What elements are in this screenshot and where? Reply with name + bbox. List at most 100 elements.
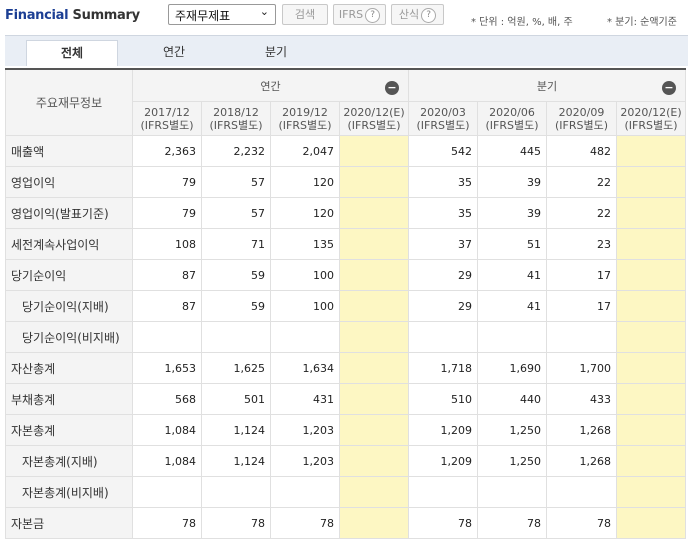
- value-cell: [339, 321, 409, 353]
- search-button[interactable]: 검색: [282, 4, 328, 25]
- period-tabs: 전체 연간 분기: [5, 35, 688, 66]
- value-cell: [546, 476, 617, 508]
- value-cell: 17: [546, 290, 617, 322]
- annual-group-header: 연간 −: [132, 68, 409, 102]
- row-label: 당기순이익(비지배): [5, 321, 133, 353]
- value-cell: [616, 259, 686, 291]
- value-cell: 1,203: [270, 445, 340, 477]
- table-row: 자본금 78 78 78 78 78 78: [5, 507, 686, 539]
- value-cell: 87: [132, 290, 202, 322]
- search-button-label: 검색: [294, 8, 316, 21]
- value-cell: 1,700: [546, 352, 617, 384]
- value-cell: 78: [477, 507, 547, 539]
- value-cell: 2,363: [132, 135, 202, 167]
- value-cell: 29: [408, 290, 478, 322]
- formula-button[interactable]: 산식?: [391, 4, 444, 25]
- value-cell: [477, 476, 547, 508]
- value-cell: [616, 135, 686, 167]
- value-cell: [616, 445, 686, 477]
- period-basis: (IFRS별도): [140, 118, 194, 132]
- value-cell: 542: [408, 135, 478, 167]
- value-cell: 120: [270, 197, 340, 229]
- value-cell: 568: [132, 383, 202, 415]
- value-cell: 51: [477, 228, 547, 260]
- unit-note: * 단위 : 억원, %, 배, 주: [471, 17, 573, 28]
- table-row: 자본총계(지배) 1,084 1,124 1,203 1,209 1,250 1,268: [5, 445, 686, 477]
- period-basis: (IFRS별도): [278, 118, 332, 132]
- ifrs-button[interactable]: IFRS?: [333, 4, 386, 25]
- value-cell: [616, 507, 686, 539]
- tab-all-label: 전체: [60, 46, 84, 60]
- period-basis: (IFRS별도): [209, 118, 263, 132]
- table-row: 부채총계 568 501 431 510 440 433: [5, 383, 686, 415]
- value-cell: 1,690: [477, 352, 547, 384]
- value-cell: 501: [201, 383, 271, 415]
- value-cell: [616, 228, 686, 260]
- tab-all[interactable]: 전체: [26, 40, 118, 66]
- value-cell: 1,268: [546, 414, 617, 446]
- value-cell: 1,268: [546, 445, 617, 477]
- value-cell: [339, 445, 409, 477]
- help-icon: ?: [365, 7, 381, 23]
- chevron-down-icon: ⌄: [259, 5, 269, 18]
- value-cell: [339, 383, 409, 415]
- period-header: 2018/12 (IFRS별도): [201, 101, 271, 136]
- collapse-annual-icon[interactable]: −: [385, 81, 399, 95]
- period-basis: (IFRS별도): [554, 118, 609, 132]
- value-cell: 37: [408, 228, 478, 260]
- value-cell: 59: [201, 259, 271, 291]
- period-header: 2020/09 (IFRS별도): [546, 101, 617, 136]
- value-cell: 78: [408, 507, 478, 539]
- value-cell: 78: [270, 507, 340, 539]
- value-cell: 100: [270, 259, 340, 291]
- tab-annual[interactable]: 연간: [128, 40, 220, 66]
- value-cell: 78: [201, 507, 271, 539]
- value-cell: 87: [132, 259, 202, 291]
- period-header: 2019/12 (IFRS별도): [270, 101, 340, 136]
- period-label: 2020/12(E): [343, 105, 405, 119]
- value-cell: 29: [408, 259, 478, 291]
- table-row: 영업이익 79 57 120 35 39 22: [5, 166, 686, 198]
- period-label: 2018/12: [213, 105, 259, 119]
- value-cell: 22: [546, 197, 617, 229]
- value-cell: [339, 135, 409, 167]
- value-cell: [339, 414, 409, 446]
- value-cell: 100: [270, 290, 340, 322]
- table-row: 자본총계 1,084 1,124 1,203 1,209 1,250 1,268: [5, 414, 686, 446]
- period-label: 2017/12: [144, 105, 190, 119]
- value-cell: 1,653: [132, 352, 202, 384]
- value-cell: 22: [546, 166, 617, 198]
- period-basis: (IFRS별도): [347, 118, 401, 132]
- value-cell: [616, 321, 686, 353]
- value-cell: 1,124: [201, 414, 271, 446]
- value-cell: [616, 414, 686, 446]
- page-title: Financial Summary: [5, 8, 140, 23]
- quarter-group-header: 분기 −: [408, 68, 686, 102]
- value-cell: 79: [132, 197, 202, 229]
- period-basis: (IFRS별도): [485, 118, 539, 132]
- period-label: 2020/06: [489, 105, 535, 119]
- quarter-group-label: 분기: [536, 79, 558, 93]
- statement-type-value: 주재무제표: [175, 9, 231, 23]
- tab-annual-label: 연간: [162, 45, 186, 59]
- value-cell: [339, 259, 409, 291]
- collapse-quarter-icon[interactable]: −: [662, 81, 676, 95]
- row-label: 세전계속사업이익: [5, 228, 133, 260]
- title-financial: Financial: [5, 8, 69, 23]
- value-cell: 510: [408, 383, 478, 415]
- title-summary: Summary: [72, 8, 141, 23]
- statement-type-select[interactable]: 주재무제표 ⌄: [168, 4, 276, 25]
- table-row: 영업이익(발표기준) 79 57 120 35 39 22: [5, 197, 686, 229]
- row-label: 자본총계(비지배): [5, 476, 133, 508]
- value-cell: [616, 383, 686, 415]
- value-cell: 440: [477, 383, 547, 415]
- tab-quarter[interactable]: 분기: [230, 40, 322, 66]
- value-cell: [201, 476, 271, 508]
- value-cell: 59: [201, 290, 271, 322]
- value-cell: 78: [546, 507, 617, 539]
- value-cell: 39: [477, 197, 547, 229]
- period-header: 2020/12(E) (IFRS별도): [339, 101, 409, 136]
- annual-group-label: 연간: [260, 79, 281, 93]
- formula-button-label: 산식: [398, 8, 420, 21]
- value-cell: [616, 166, 686, 198]
